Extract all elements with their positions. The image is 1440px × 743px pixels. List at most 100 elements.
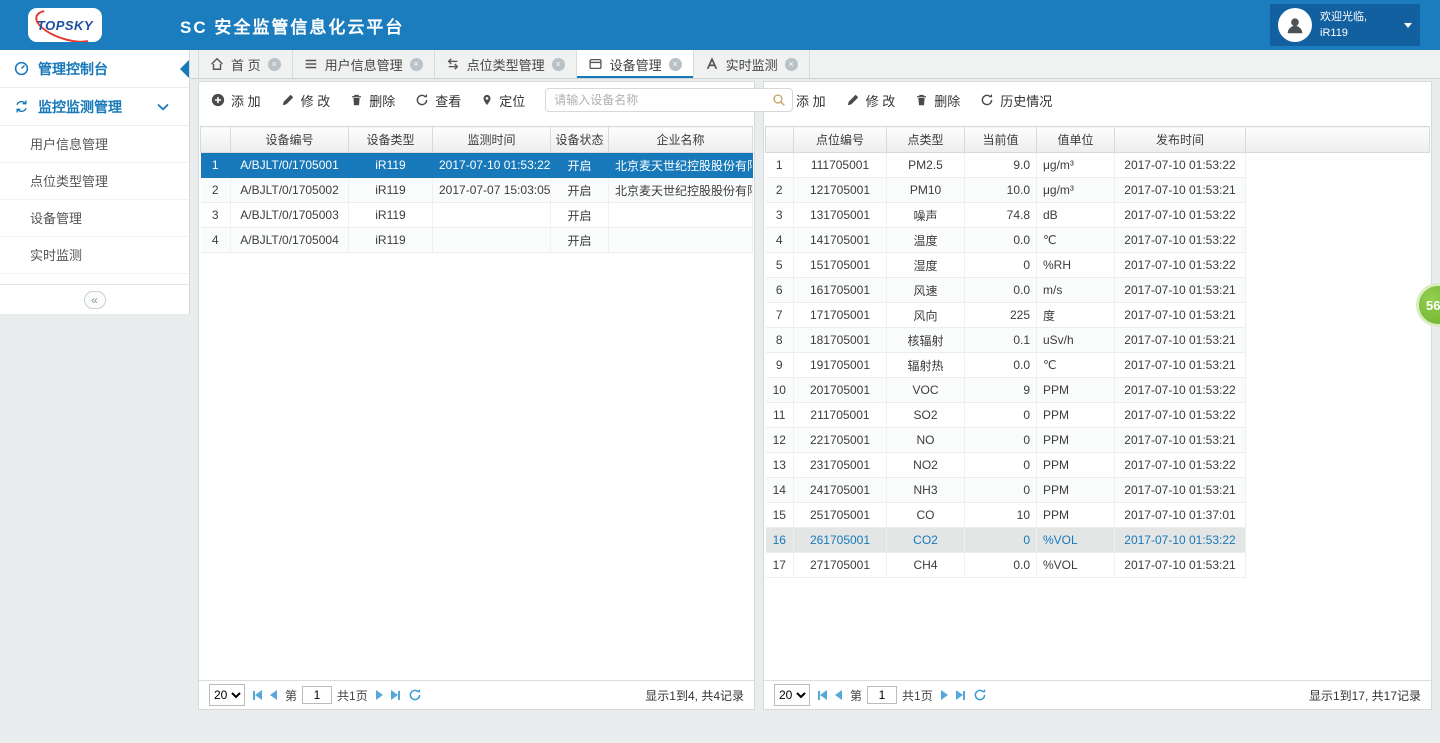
history-button[interactable]: 历史情况 [980, 91, 1052, 110]
search-icon[interactable] [772, 93, 786, 107]
reload-icon[interactable] [973, 688, 987, 702]
edit-button[interactable]: 修 改 [281, 91, 331, 110]
table-row[interactable]: 12 221705001 NO 0 PPM 2017-07-10 01:53:2… [766, 428, 1430, 453]
add-button[interactable]: 添 加 [211, 91, 261, 110]
cell-point-type: NH3 [887, 478, 965, 503]
col-monitor-time[interactable]: 监测时间 [433, 127, 551, 153]
cell-point-type: 风速 [887, 278, 965, 303]
last-page-button[interactable] [391, 690, 400, 700]
cell-row-number: 16 [766, 528, 794, 553]
sidebar-item-console[interactable]: 管理控制台 [0, 50, 189, 88]
delete-button[interactable]: 删除 [350, 91, 395, 110]
cell-point-id: 161705001 [794, 278, 887, 303]
user-menu[interactable]: 欢迎光临, iR119 [1270, 4, 1420, 46]
first-page-button[interactable] [818, 690, 827, 700]
table-row[interactable]: 4 141705001 温度 0.0 ℃ 2017-07-10 01:53:22 [766, 228, 1430, 253]
monitor-icon [705, 57, 719, 71]
col-value-unit[interactable]: 值单位 [1037, 127, 1115, 153]
col-device-type[interactable]: 设备类型 [349, 127, 433, 153]
search-input[interactable] [545, 88, 793, 112]
pencil-icon [281, 93, 295, 107]
table-row[interactable]: 8 181705001 核辐射 0.1 uSv/h 2017-07-10 01:… [766, 328, 1430, 353]
reload-icon[interactable] [408, 688, 422, 702]
cell-row-number: 10 [766, 378, 794, 403]
tab-device[interactable]: 设备管理 [577, 50, 694, 78]
next-page-button[interactable] [941, 690, 948, 700]
table-row[interactable]: 3 131705001 噪声 74.8 dB 2017-07-10 01:53:… [766, 203, 1430, 228]
table-row[interactable]: 5 151705001 湿度 0 %RH 2017-07-10 01:53:22 [766, 253, 1430, 278]
cell-point-type: CH4 [887, 553, 965, 578]
close-icon[interactable] [410, 58, 423, 71]
table-row[interactable]: 2 A/BJLT/0/1705002 iR119 2017-07-07 15:0… [201, 178, 753, 203]
cell-row-number: 4 [766, 228, 794, 253]
sidebar-collapse-button[interactable]: « [84, 291, 106, 309]
col-company[interactable]: 企业名称 [609, 127, 753, 153]
table-row[interactable]: 4 A/BJLT/0/1705004 iR119 开启 [201, 228, 753, 253]
view-button[interactable]: 查看 [415, 91, 461, 110]
col-device-id[interactable]: 设备编号 [231, 127, 349, 153]
tab-label: 实时监测 [726, 55, 778, 74]
table-row[interactable]: 6 161705001 风速 0.0 m/s 2017-07-10 01:53:… [766, 278, 1430, 303]
prev-page-button[interactable] [835, 690, 842, 700]
cell-point-id: 211705001 [794, 403, 887, 428]
page-number-input[interactable] [867, 686, 897, 704]
table-row[interactable]: 1 A/BJLT/0/1705001 iR119 2017-07-10 01:5… [201, 153, 753, 178]
table-row[interactable]: 3 A/BJLT/0/1705003 iR119 开启 [201, 203, 753, 228]
table-row[interactable]: 17 271705001 CH4 0.0 %VOL 2017-07-10 01:… [766, 553, 1430, 578]
table-row[interactable]: 10 201705001 VOC 9 PPM 2017-07-10 01:53:… [766, 378, 1430, 403]
close-icon[interactable] [669, 58, 682, 71]
monitor-table: 点位编号 点类型 当前值 值单位 发布时间 [765, 126, 1430, 578]
cell-point-type: NO [887, 428, 965, 453]
edit-button[interactable]: 修 改 [846, 91, 896, 110]
chevron-down-icon [157, 103, 169, 111]
col-point-id[interactable]: 点位编号 [794, 127, 887, 153]
table-row[interactable]: 2 121705001 PM10 10.0 μg/m³ 2017-07-10 0… [766, 178, 1430, 203]
last-page-button[interactable] [956, 690, 965, 700]
table-row[interactable]: 13 231705001 NO2 0 PPM 2017-07-10 01:53:… [766, 453, 1430, 478]
tab-user-info[interactable]: 用户信息管理 [293, 50, 435, 78]
cell-device-status: 开启 [551, 228, 609, 253]
close-icon[interactable] [268, 58, 281, 71]
page-size-select[interactable]: 20 [774, 684, 810, 706]
cell-point-type: SO2 [887, 403, 965, 428]
col-publish-time[interactable]: 发布时间 [1115, 127, 1246, 153]
sidebar-item-user-info[interactable]: 用户信息管理 [0, 126, 189, 163]
sidebar-item-monitoring[interactable]: 监控监测管理 [0, 88, 189, 126]
tab-home[interactable]: 首 页 [198, 50, 293, 78]
delete-button[interactable]: 删除 [915, 91, 960, 110]
tab-realtime[interactable]: 实时监测 [694, 50, 810, 78]
sidebar-item-realtime[interactable]: 实时监测 [0, 237, 189, 274]
first-page-button[interactable] [253, 690, 262, 700]
col-current-value[interactable]: 当前值 [965, 127, 1037, 153]
page-number-input[interactable] [302, 686, 332, 704]
pencil-icon [846, 93, 860, 107]
cell-company: 北京麦天世纪控股股份有限 [609, 178, 753, 203]
table-row[interactable]: 15 251705001 CO 10 PPM 2017-07-10 01:37:… [766, 503, 1430, 528]
col-point-type[interactable]: 点类型 [887, 127, 965, 153]
sidebar-item-point-type[interactable]: 点位类型管理 [0, 163, 189, 200]
close-icon[interactable] [785, 58, 798, 71]
cell-row-number: 3 [201, 203, 231, 228]
cell-row-number: 4 [201, 228, 231, 253]
close-icon[interactable] [552, 58, 565, 71]
table-row[interactable]: 14 241705001 NH3 0 PPM 2017-07-10 01:53:… [766, 478, 1430, 503]
table-row[interactable]: 7 171705001 风向 225 度 2017-07-10 01:53:21 [766, 303, 1430, 328]
sidebar-item-device[interactable]: 设备管理 [0, 200, 189, 237]
col-device-status[interactable]: 设备状态 [551, 127, 609, 153]
table-row[interactable]: 16 261705001 CO2 0 %VOL 2017-07-10 01:53… [766, 528, 1430, 553]
cell-point-id: 201705001 [794, 378, 887, 403]
locate-button[interactable]: 定位 [481, 91, 525, 110]
prev-page-button[interactable] [270, 690, 277, 700]
cell-point-id: 221705001 [794, 428, 887, 453]
table-row[interactable]: 9 191705001 辐射热 0.0 ℃ 2017-07-10 01:53:2… [766, 353, 1430, 378]
page-size-select[interactable]: 20 [209, 684, 245, 706]
table-row[interactable]: 11 211705001 SO2 0 PPM 2017-07-10 01:53:… [766, 403, 1430, 428]
next-page-button[interactable] [376, 690, 383, 700]
cell-publish-time: 2017-07-10 01:53:21 [1115, 353, 1246, 378]
cell-current-value: 10 [965, 503, 1037, 528]
tab-point-type[interactable]: 点位类型管理 [435, 50, 577, 78]
cell-current-value: 0 [965, 528, 1037, 553]
table-row[interactable]: 1 111705001 PM2.5 9.0 μg/m³ 2017-07-10 0… [766, 153, 1430, 178]
cell-value-unit: ℃ [1037, 228, 1115, 253]
cell-current-value: 74.8 [965, 203, 1037, 228]
